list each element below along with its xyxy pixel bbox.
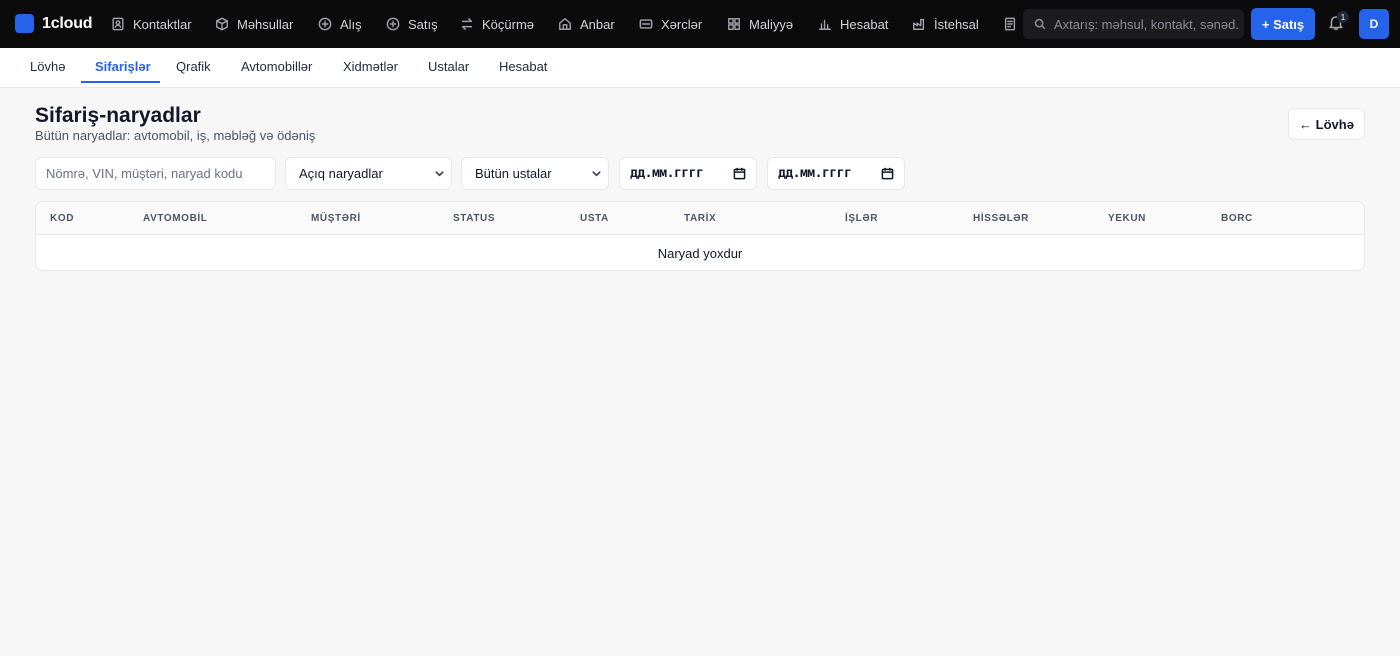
date-to-placeholder: дд.мм.гггг xyxy=(778,166,852,181)
tab-vehicles[interactable]: Avtomobillər xyxy=(241,48,312,84)
tab-masters[interactable]: Ustalar xyxy=(428,48,469,84)
nav-item-sale[interactable]: Satış xyxy=(386,0,438,48)
calendar-icon[interactable] xyxy=(733,167,746,180)
column-header-works[interactable]: İŞLƏR xyxy=(845,202,878,235)
nav-item-finance[interactable]: Maliyyə xyxy=(727,0,793,48)
app-logo[interactable]: 1cloud xyxy=(15,14,93,33)
column-header-customer[interactable]: MÜŞTƏRİ xyxy=(311,202,361,235)
empty-state-message: Naryad yoxdur xyxy=(657,246,743,261)
plus-circle-icon xyxy=(318,17,332,31)
nav-item-contacts[interactable]: Kontaktlar xyxy=(111,0,192,48)
master-select-value: Bütün ustalar xyxy=(475,166,552,181)
tab-schedule[interactable]: Qrafik xyxy=(176,48,211,84)
nav-item-more[interactable] xyxy=(1003,0,1025,48)
page-subtitle: Bütün naryadlar: avtomobil, iş, məbləğ v… xyxy=(35,128,316,143)
column-header-total[interactable]: YEKUN xyxy=(1108,202,1146,235)
logo-mark-icon xyxy=(15,14,34,33)
column-header-status[interactable]: STATUS xyxy=(453,202,495,235)
nav-label: Hesabat xyxy=(840,16,889,32)
search-icon xyxy=(1034,18,1046,30)
transfer-icon xyxy=(461,18,473,30)
global-search[interactable] xyxy=(1023,9,1244,39)
nav-label: Məhsullar xyxy=(237,16,294,32)
tab-dashboard[interactable]: Lövhə xyxy=(30,48,65,84)
top-navigation-bar: 1cloud Kontaktlar Məhsullar Alış Satış K… xyxy=(0,0,1400,48)
nav-item-transfer[interactable]: Köçürmə xyxy=(460,0,534,48)
grid-icon xyxy=(728,18,740,30)
date-from-placeholder: дд.мм.гггг xyxy=(630,166,704,181)
tab-report[interactable]: Hesabat xyxy=(499,48,547,84)
nav-label: Anbar xyxy=(580,16,615,32)
factory-icon xyxy=(913,18,925,30)
bar-chart-icon xyxy=(819,19,831,30)
chevron-down-icon xyxy=(435,171,444,177)
nav-label: Kontaktlar xyxy=(133,16,192,32)
nav-label: Maliyyə xyxy=(749,16,794,32)
plus-circle-icon xyxy=(386,17,400,31)
column-header-parts[interactable]: HİSSƏLƏR xyxy=(973,202,1029,235)
column-header-vehicle[interactable]: AVTOMOBİL xyxy=(143,202,207,235)
nav-label: Alış xyxy=(340,16,362,32)
column-header-master[interactable]: USTA xyxy=(580,202,609,235)
box-icon xyxy=(216,17,228,31)
user-avatar[interactable]: D xyxy=(1359,9,1389,39)
nav-item-products[interactable]: Məhsullar xyxy=(215,0,293,48)
status-select-value: Açıq naryadlar xyxy=(299,166,383,181)
calendar-icon[interactable] xyxy=(881,167,894,180)
home-icon xyxy=(559,18,571,30)
nav-label: Köçürmə xyxy=(482,16,535,32)
tab-orders[interactable]: Sifarişlər xyxy=(95,48,151,84)
nav-item-expenses[interactable]: Xərclər xyxy=(639,0,702,48)
nav-item-reports[interactable]: Hesabat xyxy=(818,0,888,48)
tab-services[interactable]: Xidmətlər xyxy=(343,48,398,84)
bill-icon xyxy=(639,19,653,29)
order-search-input[interactable] xyxy=(36,166,275,181)
master-select[interactable]: Bütün ustalar xyxy=(461,157,609,190)
date-from-field[interactable]: дд.мм.гггг xyxy=(619,157,757,190)
notification-count-badge: 1 xyxy=(1337,11,1349,23)
nav-label: Satış xyxy=(408,16,438,32)
back-to-dashboard-button[interactable]: ← Lövhə xyxy=(1288,108,1365,140)
document-icon xyxy=(1004,17,1016,31)
nav-item-purchase[interactable]: Alış xyxy=(318,0,362,48)
column-header-date[interactable]: TARİX xyxy=(684,202,716,235)
global-search-input[interactable] xyxy=(1054,16,1239,32)
chevron-down-icon xyxy=(592,171,601,177)
nav-item-production[interactable]: İstehsal xyxy=(912,0,979,48)
page-title: Sifariş-naryadlar xyxy=(35,104,201,127)
order-search-field xyxy=(35,157,276,190)
contacts-icon xyxy=(112,17,124,31)
table-header: KOD AVTOMOBİL MÜŞTƏRİ STATUS USTA TARİX … xyxy=(36,202,1364,235)
nav-label: İstehsal xyxy=(934,16,979,32)
app-name: 1cloud xyxy=(42,14,93,32)
nav-item-warehouse[interactable]: Anbar xyxy=(558,0,615,48)
new-sale-button[interactable]: + Satış xyxy=(1251,8,1315,40)
nav-label: Xərclər xyxy=(661,16,703,32)
active-tab-indicator xyxy=(81,81,160,83)
status-select[interactable]: Açıq naryadlar xyxy=(285,157,452,190)
date-to-field[interactable]: дд.мм.гггг xyxy=(767,157,905,190)
section-tabs: Lövhə Sifarişlər Qrafik Avtomobillər Xid… xyxy=(0,48,1400,88)
column-header-code[interactable]: KOD xyxy=(50,202,74,235)
column-header-debt[interactable]: BORC xyxy=(1221,202,1253,235)
orders-table: KOD AVTOMOBİL MÜŞTƏRİ STATUS USTA TARİX … xyxy=(35,201,1365,271)
